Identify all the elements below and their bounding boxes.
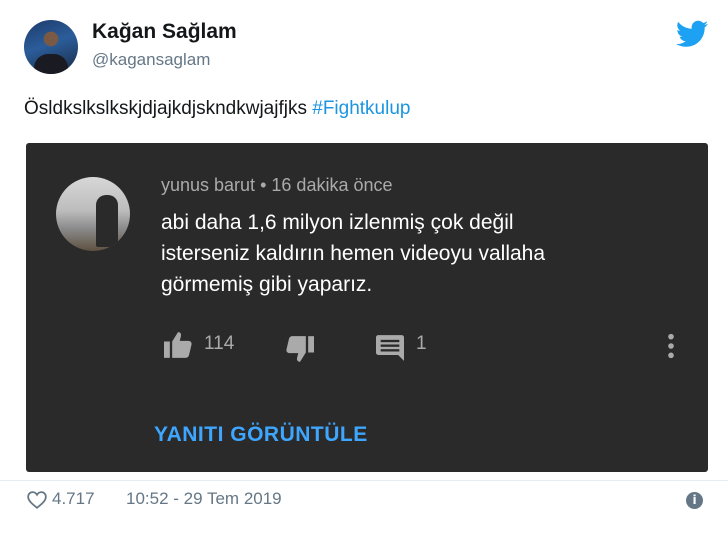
author-handle[interactable]: @kagansaglam bbox=[92, 50, 210, 70]
view-replies-label: YANITI GÖRÜNTÜLE bbox=[154, 423, 368, 446]
comment-time: 16 dakika önce bbox=[271, 175, 393, 195]
twitter-bird-icon[interactable] bbox=[676, 20, 708, 48]
hashtag-link[interactable]: #Fightkulup bbox=[312, 98, 410, 119]
comment-like-count: 114 bbox=[204, 333, 235, 354]
author-name[interactable]: Kağan Sağlam bbox=[92, 20, 237, 44]
tweet-timestamp[interactable]: 10:52 - 29 Tem 2019 bbox=[126, 489, 282, 509]
comment-line: abi daha 1,6 milyon izlenmiş çok değil bbox=[161, 211, 514, 234]
commenter-avatar bbox=[56, 177, 130, 251]
footer-divider bbox=[0, 480, 728, 481]
more-vertical-icon bbox=[668, 333, 674, 359]
author-avatar[interactable] bbox=[24, 20, 78, 74]
thumbs-up-icon bbox=[164, 332, 192, 358]
commenter-name: yunus barut bbox=[161, 175, 256, 195]
comment-line: görmemiş gibi yaparız. bbox=[161, 273, 373, 296]
heart-icon[interactable] bbox=[27, 491, 47, 509]
comment-reply-count: 1 bbox=[416, 333, 427, 354]
tweet-like-count[interactable]: 4.717 bbox=[52, 489, 95, 509]
tweet-text: Ösldkslkslkskjdjajkdjskndkwjajfjks #Figh… bbox=[24, 98, 410, 120]
reply-comment-icon bbox=[376, 335, 404, 361]
thumbs-down-icon bbox=[286, 336, 314, 362]
info-icon[interactable]: i bbox=[686, 492, 703, 509]
embedded-comment-screenshot[interactable]: yunus barut • 16 dakika önce abi daha 1,… bbox=[26, 143, 708, 472]
comment-meta: yunus barut • 16 dakika önce bbox=[161, 175, 393, 196]
meta-separator: • bbox=[260, 175, 267, 195]
comment-line: isterseniz kaldırın hemen videoyu vallah… bbox=[161, 242, 546, 265]
tweet-body: Ösldkslkslkskjdjajkdjskndkwjajfjks bbox=[24, 98, 313, 119]
comment-text: abi daha 1,6 milyon izlenmiş çok değil i… bbox=[161, 207, 681, 300]
